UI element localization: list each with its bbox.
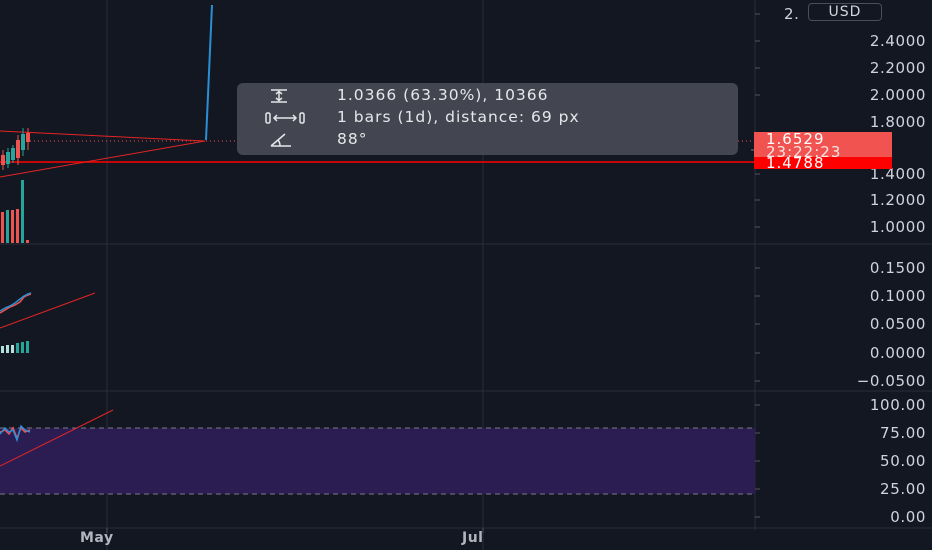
candles[interactable] [1, 128, 30, 170]
indicator1-axis-label: −0.0500 [856, 372, 926, 390]
rsi-axis-label: 50.00 [880, 452, 926, 470]
tooltip-row-price: 1.0366 (63.30%), 10366 [237, 86, 738, 106]
horizontal-range-icon [265, 109, 305, 127]
indicator1-trendline[interactable] [0, 292, 96, 329]
rsi-axis-label: 100.00 [869, 396, 926, 414]
price-axis-label: 2.0000 [869, 86, 926, 104]
indicator1-axis-label: 0.0500 [869, 315, 926, 333]
candle [21, 134, 25, 150]
candle [16, 140, 20, 158]
candle [1, 155, 5, 165]
indicator1-axis-label: 0.1500 [869, 259, 926, 277]
candle [6, 152, 10, 164]
angle-icon [265, 131, 301, 149]
time-axis-label-may: May [80, 530, 114, 546]
triangle-lower-line[interactable] [0, 140, 206, 178]
indicator1-histogram [1, 341, 29, 353]
measure-tooltip: 1.0366 (63.30%), 10366 1 bars (1d), dist… [237, 83, 738, 155]
tooltip-price-change: 1.0366 (63.30%), 10366 [337, 86, 549, 104]
candle [26, 133, 30, 142]
measure-line[interactable] [205, 4, 213, 141]
volume-bars [1, 180, 29, 243]
currency-selector-button[interactable]: USD [808, 3, 882, 21]
indicator1-axis-label: 0.1000 [869, 287, 926, 305]
price-axis-label: 2.4000 [869, 32, 926, 50]
rsi-axis-label: 25.00 [880, 480, 926, 498]
price-axis-label: 2.2000 [869, 59, 926, 77]
price-axis-label-partial: 2. [784, 5, 800, 23]
price-axis-label: 1.8000 [869, 113, 926, 131]
rsi-axis-label: 75.00 [880, 424, 926, 442]
tooltip-row-bars: 1 bars (1d), distance: 69 px [237, 108, 738, 128]
price-axis-label: 1.2000 [869, 191, 926, 209]
chart-workspace[interactable]: 2. 2.4000 2.2000 2.0000 1.8000 1.4000 1.… [0, 0, 932, 550]
candle [11, 148, 15, 160]
tooltip-row-angle: 88° [237, 130, 738, 150]
rsi-axis-label: 0.00 [890, 508, 926, 526]
time-axis-label-jul: Jul [462, 530, 484, 546]
rsi-band [0, 428, 755, 494]
triangle-upper-line[interactable] [0, 130, 206, 142]
tooltip-bars-distance: 1 bars (1d), distance: 69 px [337, 108, 580, 126]
indicator1-axis-label: 0.0000 [869, 344, 926, 362]
price-axis-label: 1.0000 [869, 218, 926, 236]
vertical-range-icon [265, 87, 301, 105]
horizontal-line-price-tag: 1.4788 [754, 156, 892, 171]
tooltip-angle: 88° [337, 130, 368, 148]
